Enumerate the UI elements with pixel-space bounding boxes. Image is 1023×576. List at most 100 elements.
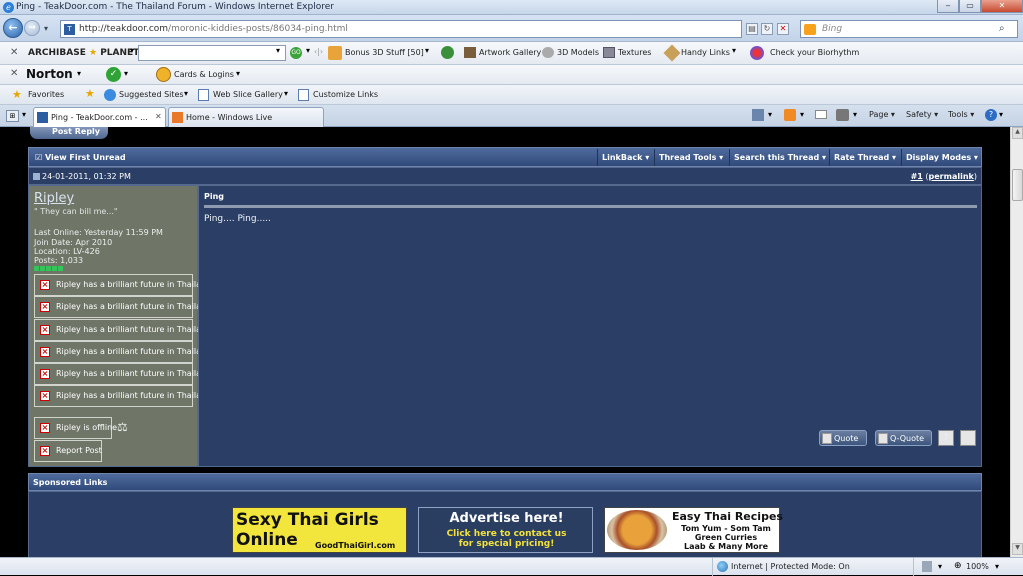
cards-logins-button[interactable]: Cards & Logins xyxy=(174,70,234,79)
artwork-gallery-button[interactable]: Artwork Gallery xyxy=(479,48,541,57)
scroll-thumb[interactable] xyxy=(1012,169,1023,201)
teakdoor-tab-icon xyxy=(37,112,48,123)
bonus-dropdown-icon[interactable]: ▾ xyxy=(425,46,429,55)
scroll-down-icon[interactable]: ▼ xyxy=(1012,543,1023,555)
web-slice-dropdown-icon[interactable]: ▾ xyxy=(284,89,288,98)
display-modes-menu[interactable]: Display Modes ▾ xyxy=(901,149,982,166)
feeds-icon[interactable] xyxy=(784,109,796,121)
minimize-button[interactable]: ‒ xyxy=(937,0,959,13)
tab-windows-live[interactable]: Home - Windows Live xyxy=(168,107,324,127)
handy-links-button[interactable]: Handy Links xyxy=(681,48,730,57)
print-dropdown-icon[interactable]: ▾ xyxy=(853,110,857,119)
username-link[interactable]: Ripley xyxy=(34,191,74,206)
go-dropdown-icon[interactable]: ▾ xyxy=(306,46,310,55)
ad-advertise-here[interactable]: Advertise here! Click here to contact us… xyxy=(418,507,593,553)
post-reply-button[interactable]: Post Reply xyxy=(30,127,108,139)
home-dropdown-icon[interactable]: ▾ xyxy=(768,110,772,119)
close-window-button[interactable]: ✕ xyxy=(981,0,1023,13)
handy-dropdown-icon[interactable]: ▾ xyxy=(732,46,736,55)
help-icon[interactable]: ? xyxy=(985,109,997,121)
edit-post-icon[interactable] xyxy=(960,430,976,446)
refresh-icon[interactable]: ↻ xyxy=(761,23,773,35)
security-zone[interactable]: Internet | Protected Mode: On xyxy=(712,558,914,576)
tab-list-dropdown-icon[interactable]: ▾ xyxy=(22,110,26,119)
customize-links-button[interactable]: Customize Links xyxy=(313,90,378,99)
quick-tabs-icon[interactable]: ⊞ xyxy=(6,110,19,122)
post-number-link[interactable]: #1 xyxy=(911,172,923,181)
address-bar[interactable]: T http://teakdoor.com/moronic-kiddies-po… xyxy=(60,20,742,38)
zoom-level[interactable]: 100% xyxy=(966,562,989,571)
help-dropdown-icon[interactable]: ▾ xyxy=(999,110,1003,119)
compat-view-icon[interactable]: ▤ xyxy=(746,23,758,35)
post-icon xyxy=(33,173,40,180)
ad2-line1: Click here to contact us xyxy=(446,529,567,539)
zoom-dropdown-icon[interactable]: ▾ xyxy=(995,562,999,571)
toolbar-search-input[interactable] xyxy=(138,45,286,61)
back-button[interactable]: ← xyxy=(3,18,23,38)
linkback-menu[interactable]: LinkBack ▾ xyxy=(597,149,653,166)
bonus-3d-stuff-button[interactable]: Bonus 3D Stuff [50] xyxy=(345,48,424,57)
cards-dropdown-icon[interactable]: ▾ xyxy=(236,69,240,78)
quote-button[interactable]: Quote xyxy=(819,430,867,446)
broken-image-icon: × xyxy=(40,347,50,357)
home-icon[interactable] xyxy=(752,109,764,121)
forward-button[interactable]: → xyxy=(24,20,40,36)
norton-dropdown-icon[interactable]: ▾ xyxy=(77,69,81,78)
vertical-scrollbar[interactable]: ▲ ▼ xyxy=(1010,127,1023,557)
search-icon[interactable]: ⌕ xyxy=(999,23,1005,34)
post-title: Ping xyxy=(204,192,225,201)
protected-dropdown-icon[interactable]: ▾ xyxy=(938,562,942,571)
check-dropdown-icon[interactable]: ▾ xyxy=(124,69,128,78)
read-mail-icon[interactable] xyxy=(815,110,827,119)
textures-button[interactable]: Textures xyxy=(618,48,651,57)
multi-quote-icon[interactable]: ? xyxy=(938,430,954,446)
search-thread-menu[interactable]: Search this Thread ▾ xyxy=(729,149,830,166)
ad-sexy-thai-girls[interactable]: Sexy Thai Girls Online GoodThaiGirl.com xyxy=(232,507,407,553)
report-post-button[interactable]: × Report Post xyxy=(34,440,102,462)
close-norton-toolbar-icon[interactable]: ✕ xyxy=(10,68,18,79)
add-favorite-icon[interactable]: ★ xyxy=(85,87,95,100)
refresh-green-icon[interactable] xyxy=(441,46,454,59)
protected-mode-icon[interactable] xyxy=(922,561,932,572)
stop-icon[interactable]: ✕ xyxy=(777,23,789,35)
suggested-sites-icon xyxy=(104,89,116,101)
norton-check-icon[interactable]: ✓ xyxy=(106,67,121,82)
ad-easy-thai-recipes[interactable]: Easy Thai Recipes Tom Yum - Som Tam Gree… xyxy=(604,507,783,553)
online-status: × Ripley is offline xyxy=(34,417,117,439)
web-slice-gallery-button[interactable]: Web Slice Gallery xyxy=(213,90,283,99)
norton-logo[interactable]: Norton xyxy=(26,67,73,81)
feeds-dropdown-icon[interactable]: ▾ xyxy=(800,110,804,119)
search-box[interactable]: Bing ⌕ xyxy=(800,20,1018,38)
3d-models-button[interactable]: 3D Models xyxy=(557,48,599,57)
zoom-icon[interactable]: ⊕ xyxy=(954,561,962,571)
quick-quote-button[interactable]: Q-Quote xyxy=(875,430,932,446)
page-menu[interactable]: Page ▾ xyxy=(869,110,895,119)
tab-teakdoor[interactable]: Ping - TeakDoor.com - ... ✕ xyxy=(33,107,166,127)
safety-menu[interactable]: Safety ▾ xyxy=(906,110,938,119)
close-toolbar-icon[interactable]: ✕ xyxy=(10,47,18,58)
favorites-button[interactable]: Favorites xyxy=(28,90,64,99)
permalink-link[interactable]: permalink xyxy=(929,172,974,181)
maximize-button[interactable]: ▭ xyxy=(959,0,981,13)
rate-thread-menu[interactable]: Rate Thread ▾ xyxy=(829,149,900,166)
post-count: Posts: 1,033 xyxy=(34,256,84,265)
biorhythm-button[interactable]: Check your Biorhythm xyxy=(770,48,859,57)
scroll-up-icon[interactable]: ▲ xyxy=(1012,127,1023,139)
view-first-unread-link[interactable]: ☑ View First Unread xyxy=(35,153,126,162)
scales-icon[interactable]: ⚖ xyxy=(117,420,128,434)
tools-menu[interactable]: Tools ▾ xyxy=(948,110,974,119)
address-text[interactable]: http://teakdoor.com/moronic-kiddies-post… xyxy=(79,24,348,34)
close-tab-icon[interactable]: ✕ xyxy=(155,112,162,121)
broken-image-icon: × xyxy=(40,369,50,379)
print-icon[interactable] xyxy=(836,109,849,121)
thread-tools-menu[interactable]: Thread Tools ▾ xyxy=(654,149,727,166)
brand-dropdown-icon[interactable]: ▾ xyxy=(130,46,134,55)
ie-logo-icon: e xyxy=(3,2,14,13)
bonus-icon xyxy=(328,46,342,60)
history-dropdown-icon[interactable]: ▾ xyxy=(44,24,48,33)
suggested-sites-button[interactable]: Suggested Sites xyxy=(119,90,184,99)
toolbar-search-dropdown-icon[interactable]: ▾ xyxy=(276,46,280,55)
suggested-dropdown-icon[interactable]: ▾ xyxy=(184,89,188,98)
post-header: 24-01-2011, 01:32 PM #1 (permalink) xyxy=(28,167,982,185)
go-icon[interactable]: GO xyxy=(290,47,302,59)
